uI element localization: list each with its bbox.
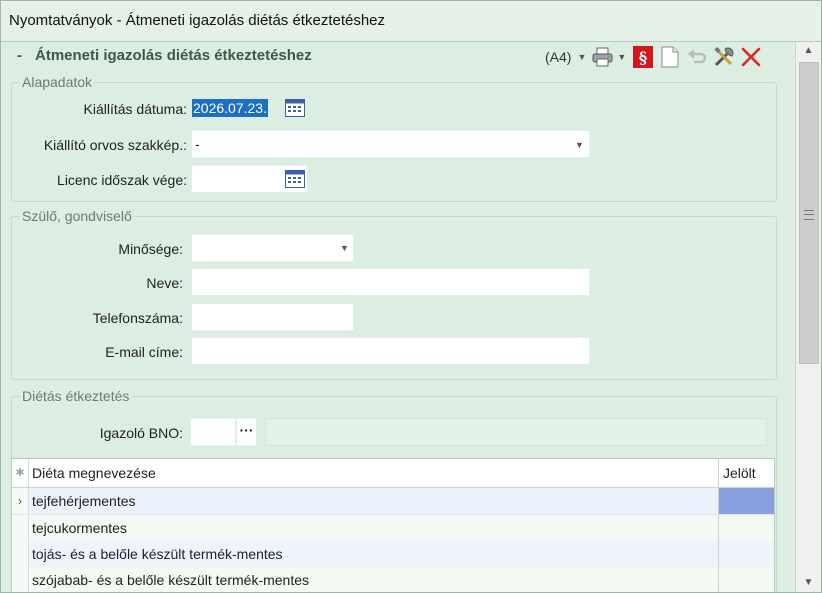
- table-row[interactable]: tojás- és a belőle készült termék-mentes: [12, 541, 774, 568]
- group-basic-data-title: Alapadatok: [20, 74, 95, 90]
- paper-size-selector[interactable]: (A4): [545, 49, 571, 65]
- guardian-name-field[interactable]: [191, 268, 590, 296]
- guardian-email-field[interactable]: [191, 337, 590, 365]
- vertical-scrollbar[interactable]: ▲ ▼: [795, 42, 821, 592]
- table-row[interactable]: › tejfehérjementes: [12, 488, 774, 515]
- guardian-name-label: Neve:: [146, 275, 183, 291]
- svg-text:§: §: [639, 48, 647, 67]
- document-icon[interactable]: [659, 46, 681, 68]
- row-indicator: [12, 567, 29, 592]
- doctor-specialty-value: -: [195, 136, 200, 152]
- issue-date-value: 2026.07.23.: [192, 99, 268, 117]
- scroll-thumb[interactable]: [799, 62, 819, 364]
- doctor-specialty-select[interactable]: -: [191, 130, 590, 158]
- close-icon[interactable]: [740, 46, 762, 68]
- grid-header-star-icon: ✱: [12, 459, 29, 487]
- paper-size-caret-icon[interactable]: ▼: [577, 52, 586, 62]
- chevron-right-icon: ›: [12, 488, 29, 514]
- printer-icon[interactable]: [592, 46, 614, 68]
- scroll-up-icon[interactable]: ▲: [796, 42, 821, 60]
- guardian-role-label: Minősége:: [118, 241, 183, 257]
- diet-grid: ✱ Diéta megnevezése Jelölt › tejfehérjem…: [11, 458, 775, 592]
- doctor-specialty-caret-icon[interactable]: ▼: [575, 140, 584, 150]
- grip-icon: [804, 210, 814, 220]
- marked-cell[interactable]: [718, 541, 774, 567]
- section-title: Átmeneti igazolás diétás étkeztetéshez: [35, 47, 312, 64]
- marked-cell[interactable]: [718, 567, 774, 592]
- doctor-specialty-label: Kiállító orvos szakkép.:: [43, 137, 187, 153]
- issue-date-label: Kiállítás dátuma:: [83, 101, 188, 117]
- bno-code-field[interactable]: [190, 418, 236, 446]
- calendar-icon[interactable]: [285, 99, 305, 117]
- row-indicator: [12, 541, 29, 567]
- bno-label: Igazoló BNO:: [99, 425, 183, 441]
- grid-header-diet-name[interactable]: Diéta megnevezése: [32, 465, 156, 481]
- tools-icon[interactable]: [713, 46, 735, 68]
- collapse-toggle[interactable]: -: [17, 47, 22, 64]
- license-end-label: Licenc időszak vége:: [57, 172, 187, 188]
- form-window: Nyomtatványok - Átmeneti igazolás diétás…: [0, 0, 822, 593]
- undo-icon[interactable]: [686, 46, 708, 68]
- window-titlebar: Nyomtatványok - Átmeneti igazolás diétás…: [1, 1, 821, 42]
- paragraph-icon[interactable]: §: [632, 46, 654, 68]
- calendar-icon[interactable]: [285, 170, 305, 188]
- grid-header-marked[interactable]: Jelölt: [718, 459, 773, 487]
- diet-name-cell: tejcukormentes: [32, 520, 127, 536]
- diet-name-cell: tojás- és a belőle készült termék-mentes: [32, 546, 283, 562]
- diet-grid-header: ✱ Diéta megnevezése Jelölt: [12, 459, 774, 488]
- window-title: Nyomtatványok - Átmeneti igazolás diétás…: [9, 12, 386, 29]
- bno-lookup-button[interactable]: ···: [236, 418, 257, 446]
- marked-cell[interactable]: [718, 515, 774, 541]
- guardian-email-label: E-mail címe:: [105, 344, 183, 360]
- diet-name-cell: szójabab- és a belőle készült termék-men…: [32, 572, 310, 588]
- section-header: - Átmeneti igazolás diétás étkeztetéshez…: [1, 42, 795, 70]
- guardian-phone-field[interactable]: [191, 303, 354, 331]
- bno-description-field: [265, 418, 767, 446]
- scroll-down-icon[interactable]: ▼: [796, 574, 821, 592]
- guardian-role-caret-icon[interactable]: ▼: [340, 243, 349, 253]
- diet-name-cell: tejfehérjementes: [32, 493, 136, 509]
- guardian-phone-label: Telefonszáma:: [92, 310, 183, 326]
- group-guardian-title: Szülő, gondviselő: [20, 208, 134, 224]
- row-indicator: [12, 515, 29, 541]
- group-diet-title: Diétás étkeztetés: [20, 388, 132, 404]
- form-content: - Átmeneti igazolás diétás étkeztetéshez…: [1, 42, 795, 592]
- bno-lookup-button-label: ···: [239, 422, 254, 438]
- table-row[interactable]: szójabab- és a belőle készült termék-men…: [12, 567, 774, 592]
- toolbar: (A4) ▼ ▼ §: [545, 46, 767, 68]
- print-menu-caret-icon[interactable]: ▼: [617, 52, 626, 62]
- table-row[interactable]: tejcukormentes: [12, 515, 774, 542]
- marked-cell[interactable]: [718, 488, 774, 514]
- guardian-role-select[interactable]: [191, 234, 354, 262]
